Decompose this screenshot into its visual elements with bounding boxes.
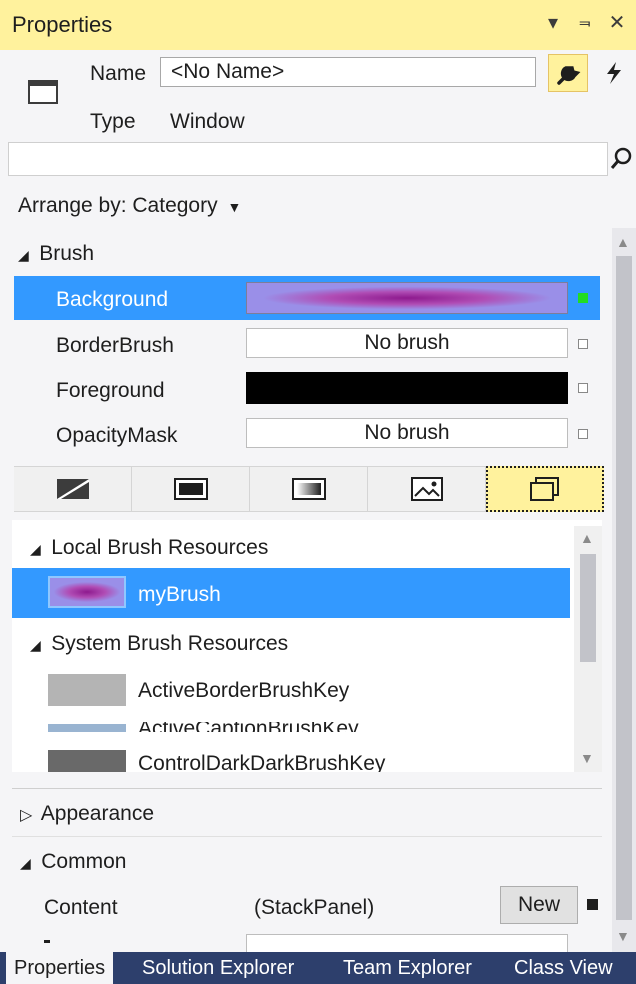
property-name: OpacityMask bbox=[56, 424, 178, 447]
property-grid-scroll-thumb[interactable] bbox=[616, 256, 632, 920]
tab-team-explorer[interactable]: Team Explorer bbox=[343, 957, 472, 980]
type-value: Window bbox=[170, 110, 245, 133]
resources-scroll-thumb[interactable] bbox=[580, 554, 596, 662]
property-name-partial bbox=[44, 940, 50, 943]
new-content-button[interactable]: New bbox=[500, 886, 578, 924]
resource-item-label: ActiveCaptionBrushKey bbox=[138, 722, 359, 732]
caret-down-icon: ▼ bbox=[227, 199, 242, 215]
property-marker[interactable] bbox=[578, 293, 588, 303]
system-resources-header[interactable]: ◢ System Brush Resources bbox=[30, 632, 288, 656]
section-divider bbox=[12, 788, 602, 789]
system-brush-swatch bbox=[48, 750, 126, 772]
expanded-triangle-icon: ◢ bbox=[18, 247, 29, 263]
arrange-by-label: Arrange by: Category bbox=[18, 194, 218, 217]
content-label: Content bbox=[44, 896, 118, 919]
gradient-brush-tab[interactable] bbox=[250, 466, 368, 512]
wrench-icon bbox=[557, 66, 581, 85]
property-value[interactable]: No brush bbox=[246, 328, 568, 358]
tab-solution-explorer[interactable]: Solution Explorer bbox=[142, 957, 294, 980]
name-label: Name bbox=[90, 62, 147, 85]
background-brush-preview[interactable] bbox=[246, 282, 568, 314]
resource-item-label: myBrush bbox=[138, 583, 221, 606]
resource-item-label[interactable]: ActiveBorderBrushKey bbox=[138, 679, 349, 703]
resource-item-label-partial[interactable]: ActiveCaptionBrushKey bbox=[138, 722, 359, 732]
brush-resources-icon bbox=[530, 477, 559, 501]
content-value: (StackPanel) bbox=[254, 896, 375, 919]
expanded-triangle-icon: ◢ bbox=[30, 541, 41, 557]
property-marker[interactable] bbox=[578, 339, 588, 349]
properties-view-button[interactable] bbox=[548, 54, 588, 92]
expanded-triangle-icon: ◢ bbox=[30, 637, 41, 653]
events-view-button[interactable] bbox=[596, 54, 632, 92]
close-icon[interactable]: ✕ bbox=[604, 10, 630, 38]
window-icon bbox=[28, 80, 58, 104]
scroll-down-icon[interactable]: ▼ bbox=[580, 750, 594, 766]
name-field[interactable] bbox=[160, 57, 536, 87]
tab-properties[interactable]: Properties bbox=[6, 952, 114, 984]
brush-category-header[interactable]: ◢ Brush bbox=[18, 242, 94, 266]
appearance-category-label: Appearance bbox=[40, 802, 155, 825]
system-brush-swatch bbox=[48, 724, 126, 732]
lightning-icon bbox=[607, 62, 621, 84]
property-name: Foreground bbox=[56, 379, 165, 402]
search-icon[interactable] bbox=[610, 146, 634, 172]
common-category-header[interactable]: ◢ Common bbox=[20, 850, 126, 874]
property-name: Background bbox=[56, 288, 169, 311]
scroll-up-icon[interactable]: ▲ bbox=[616, 234, 630, 250]
local-resources-header[interactable]: ◢ Local Brush Resources bbox=[30, 536, 268, 560]
gradient-brush-icon bbox=[292, 478, 326, 500]
system-brush-swatch bbox=[48, 674, 126, 706]
search-input[interactable] bbox=[8, 142, 608, 176]
dropdown-arrow-icon[interactable]: ▾ bbox=[540, 10, 566, 38]
scroll-down-icon[interactable]: ▼ bbox=[616, 928, 630, 944]
solid-brush-icon bbox=[174, 478, 208, 500]
null-brush-icon bbox=[57, 479, 89, 499]
property-marker[interactable] bbox=[587, 899, 598, 910]
pin-icon[interactable]: ⫬ bbox=[572, 10, 598, 38]
foreground-brush-preview[interactable] bbox=[246, 372, 568, 404]
local-resources-label: Local Brush Resources bbox=[51, 536, 269, 559]
image-icon bbox=[411, 477, 443, 501]
tile-brush-tab[interactable] bbox=[368, 466, 486, 512]
appearance-category-header[interactable]: ▷ Appearance bbox=[20, 802, 154, 826]
property-value[interactable]: No brush bbox=[246, 418, 568, 448]
common-category-label: Common bbox=[41, 850, 127, 873]
null-brush-tab[interactable] bbox=[14, 466, 132, 512]
panel-title: Properties bbox=[12, 12, 113, 37]
resource-item-label[interactable]: ControlDarkDarkBrushKey bbox=[138, 752, 385, 772]
scroll-up-icon[interactable]: ▲ bbox=[580, 530, 594, 546]
brush-resources-tab[interactable] bbox=[486, 466, 604, 512]
tab-class-view[interactable]: Class View bbox=[514, 957, 613, 980]
system-resources-label: System Brush Resources bbox=[51, 632, 289, 655]
property-marker[interactable] bbox=[578, 429, 588, 439]
arrange-by-dropdown[interactable]: Arrange by: Category ▼ bbox=[18, 194, 241, 218]
type-label: Type bbox=[90, 110, 136, 133]
property-value-partial[interactable] bbox=[246, 934, 568, 952]
brush-category-label: Brush bbox=[39, 242, 95, 265]
mybrush-swatch bbox=[48, 576, 126, 608]
section-divider bbox=[12, 836, 602, 837]
system-resource-items: ActiveBorderBrushKey ActiveCaptionBrushK… bbox=[12, 664, 570, 772]
expanded-triangle-icon: ◢ bbox=[20, 855, 31, 871]
property-name: BorderBrush bbox=[56, 334, 174, 357]
solid-color-brush-tab[interactable] bbox=[132, 466, 250, 512]
property-marker[interactable] bbox=[578, 383, 588, 393]
collapsed-triangle-icon: ▷ bbox=[20, 807, 33, 824]
